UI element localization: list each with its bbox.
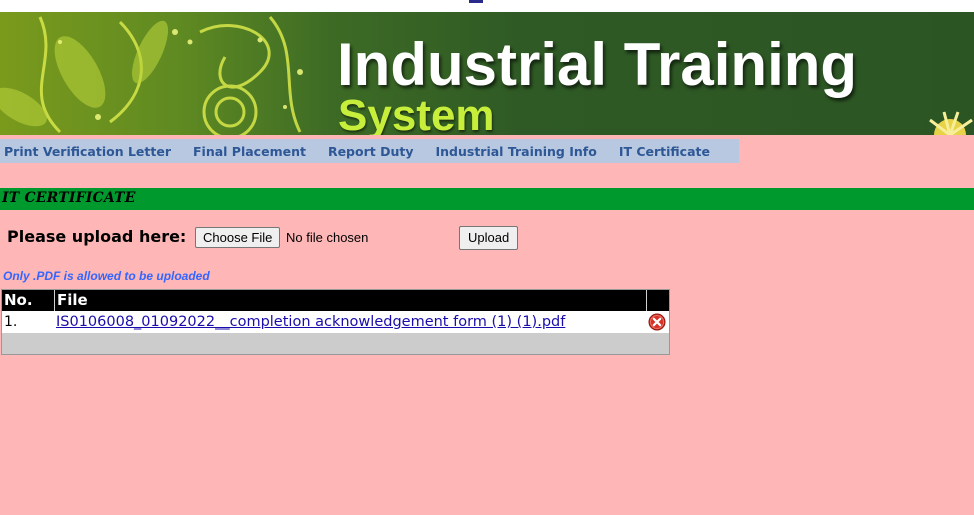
section-title: IT CERTIFICATE [2, 190, 136, 206]
nav-item-it-certificate[interactable]: IT Certificate [615, 144, 721, 159]
nav-item-print-verification-letter[interactable]: Print Verification Letter [0, 144, 182, 159]
table-row: 1. IS0106008_01092022__completion acknow… [2, 311, 669, 333]
nav-item-final-placement[interactable]: Final Placement [189, 144, 317, 159]
row-number: 1. [4, 314, 18, 330]
file-link[interactable]: IS0106008_01092022__completion acknowled… [56, 314, 565, 330]
column-header-no: No. [4, 291, 33, 309]
upload-label: Please upload here: [7, 227, 187, 246]
table-header: No. File [2, 290, 669, 311]
nav-bar: Print Verification Letter Final Placemen… [0, 139, 739, 163]
main-content: Print Verification Letter Final Placemen… [0, 135, 974, 515]
choose-file-button[interactable]: Choose File [195, 227, 281, 248]
delete-icon[interactable] [648, 313, 666, 331]
nav-item-industrial-training-info[interactable]: Industrial Training Info [431, 144, 607, 159]
upload-hint: Only .PDF is allowed to be uploaded [3, 269, 210, 283]
nav-item-report-duty[interactable]: Report Duty [324, 144, 425, 159]
banner-title: Industrial Training [337, 31, 858, 98]
upload-button[interactable]: Upload [459, 226, 519, 250]
column-header-file: File [57, 291, 88, 309]
section-header: IT CERTIFICATE [0, 188, 974, 210]
header-banner: Industrial Training System [0, 12, 974, 135]
top-strip-mark [469, 0, 483, 3]
file-status-text: No file chosen [286, 230, 369, 245]
uploaded-files-table: No. File 1. IS0106008_01092022__completi… [1, 289, 670, 355]
banner-subtitle: System [338, 91, 495, 136]
